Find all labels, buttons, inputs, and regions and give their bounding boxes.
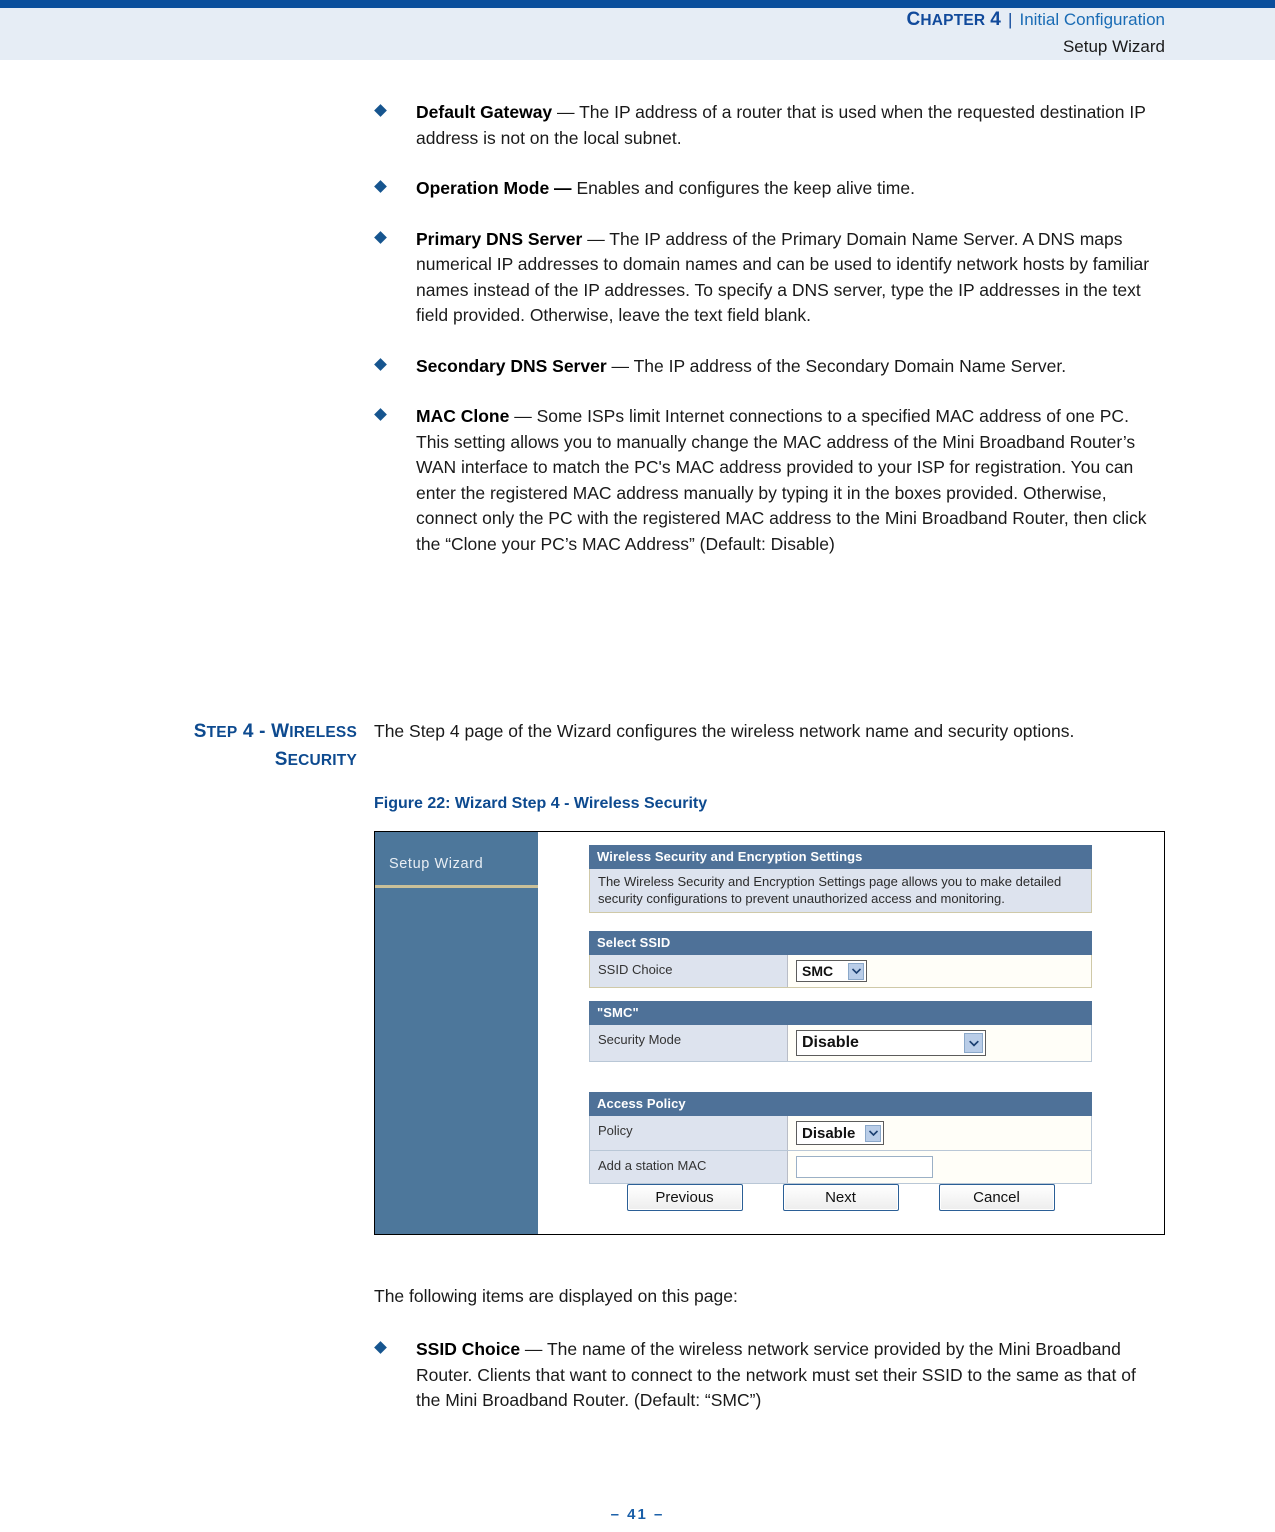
policy-selected-value: Disable (802, 1124, 856, 1142)
list-item-text: The IP address of the Secondary Domain N… (633, 355, 1067, 376)
security-mode-select[interactable]: Disable (796, 1030, 986, 1056)
list-item-dash: — (582, 228, 610, 249)
list-item-term: MAC Clone (416, 406, 510, 426)
panel-header-wireless-security: Wireless Security and Encryption Setting… (589, 845, 1092, 869)
chevron-down-icon[interactable] (865, 1124, 881, 1142)
list-item-term: Operation Mode — (416, 178, 572, 198)
header-separator: | (1008, 10, 1013, 29)
row-label-security-mode: Security Mode (590, 1025, 788, 1061)
table-row: Add a station MAC (589, 1151, 1092, 1184)
diamond-bullet-icon (374, 1341, 387, 1354)
list-item: Operation Mode — Enables and configures … (374, 176, 1164, 202)
chapter-name: Initial Configuration (1019, 10, 1165, 29)
next-button[interactable]: Next (782, 1184, 899, 1211)
row-label-add-station-mac: Add a station MAC (590, 1151, 788, 1183)
sidebar-item-setup-wizard[interactable]: Setup Wizard (389, 856, 483, 872)
add-station-mac-input[interactable] (796, 1156, 933, 1178)
row-label-ssid-choice: SSID Choice (590, 955, 788, 987)
panel-header-access-policy: Access Policy (589, 1092, 1092, 1116)
diamond-bullet-icon (374, 230, 387, 244)
panel-header-select-ssid: Select SSID (589, 931, 1092, 955)
margin-heading-security: ECURITY (287, 752, 357, 769)
chapter-label: CHAPTER 4 (906, 9, 1002, 30)
section-margin-heading: STEP 4 - WIRELESS SECURITY (30, 718, 357, 774)
list-item-dash: — (606, 355, 634, 376)
table-row: SSID Choice SMC (589, 955, 1092, 988)
row-value-add-station-mac (788, 1151, 1091, 1183)
policy-select[interactable]: Disable (796, 1121, 884, 1145)
list-item-dash: — (552, 102, 580, 122)
panel-select-ssid: Select SSID SSID Choice SMC (589, 931, 1092, 988)
section-lead-paragraph: The Step 4 page of the Wizard configures… (374, 721, 1075, 741)
header-chapter-line: CHAPTER 4 | Initial Configuration (465, 8, 1165, 33)
header-subtitle: Setup Wizard (1062, 37, 1165, 56)
figure-caption: Figure 22: Wizard Step 4 - Wireless Secu… (374, 795, 708, 812)
list-item: Primary DNS Server — The IP address of t… (374, 227, 1164, 329)
list-item-text: Some ISPs limit Internet connections to … (416, 406, 1147, 554)
list-item: MAC Clone — Some ISPs limit Internet con… (374, 404, 1164, 557)
ssid-choice-select[interactable]: SMC (796, 960, 867, 982)
body-content-bottom: The following items are displayed on thi… (374, 1283, 1164, 1439)
chapter-label-rest: HAPTER (920, 12, 986, 29)
panel-smc: "SMC" Security Mode Disable (589, 1001, 1092, 1062)
sidebar-divider (375, 885, 538, 888)
security-mode-selected-value: Disable (802, 1034, 859, 1051)
panel-header-smc: "SMC" (589, 1001, 1092, 1025)
page-number: – 41 – (610, 1506, 665, 1523)
panel-wireless-security-intro: Wireless Security and Encryption Setting… (589, 845, 1092, 913)
margin-heading-line-1: STEP 4 - WIRELESS (30, 718, 357, 746)
list-item-term: Default Gateway (416, 102, 553, 122)
diamond-bullet-icon (374, 357, 387, 371)
row-value-ssid-choice: SMC (788, 955, 1091, 987)
router-sidebar: Setup Wizard (375, 832, 538, 1234)
wizard-button-row: Previous Next Cancel (589, 1184, 1092, 1211)
margin-heading-line-2: SECURITY (30, 746, 357, 774)
margin-heading-cap-s: S (193, 721, 207, 742)
chapter-number: 4 (990, 9, 1002, 30)
diamond-bullet-icon (374, 180, 387, 193)
chapter-label-cap: C (906, 9, 921, 30)
cancel-button[interactable]: Cancel (938, 1184, 1055, 1211)
previous-button[interactable]: Previous (626, 1184, 743, 1211)
page-header: CHAPTER 4 | Initial Configuration Setup Wi… (465, 8, 1165, 59)
table-row: Security Mode Disable (589, 1025, 1092, 1062)
chevron-down-icon[interactable] (964, 1033, 983, 1053)
chevron-down-icon[interactable] (848, 962, 864, 980)
list-item-term: Primary DNS Server (416, 228, 583, 249)
router-main-panel: Wireless Security and Encryption Setting… (538, 832, 1164, 1234)
list-item: Secondary DNS Server — The IP address of… (374, 354, 1164, 380)
list-item: SSID Choice — The name of the wireless n… (374, 1337, 1164, 1414)
margin-heading-step: TEP (206, 724, 238, 741)
list-item-term: SSID Choice (416, 1339, 521, 1359)
ssid-choice-selected-value: SMC (802, 963, 834, 979)
list-item-term: Secondary DNS Server (416, 355, 607, 376)
list-item-text: Enables and configures the keep alive ti… (576, 178, 915, 198)
margin-heading-wireless: IRELESS (289, 724, 357, 741)
row-value-policy: Disable (788, 1116, 1091, 1150)
panel-note-text: The Wireless Security and Encryption Set… (589, 869, 1092, 913)
table-row: Policy Disable (589, 1116, 1092, 1151)
body-content-top: Default Gateway — The IP address of a ro… (374, 100, 1164, 582)
row-value-security-mode: Disable (788, 1025, 1091, 1061)
following-items-line: The following items are displayed on thi… (374, 1286, 738, 1306)
list-item-dash: — (520, 1339, 547, 1359)
page-top-rule (0, 0, 1275, 8)
margin-heading-num: 4 - W (237, 721, 290, 742)
diamond-bullet-icon (374, 408, 387, 421)
diamond-bullet-icon (374, 104, 387, 117)
figure-wizard-step4: Setup Wizard Wireless Security and Encry… (374, 831, 1165, 1235)
row-label-policy: Policy (590, 1116, 788, 1150)
list-item-dash: — (509, 406, 537, 426)
list-item: Default Gateway — The IP address of a ro… (374, 100, 1164, 151)
panel-access-policy: Access Policy Policy Disable Add a stati… (589, 1092, 1092, 1184)
margin-heading-cap-s2: S (274, 749, 288, 770)
